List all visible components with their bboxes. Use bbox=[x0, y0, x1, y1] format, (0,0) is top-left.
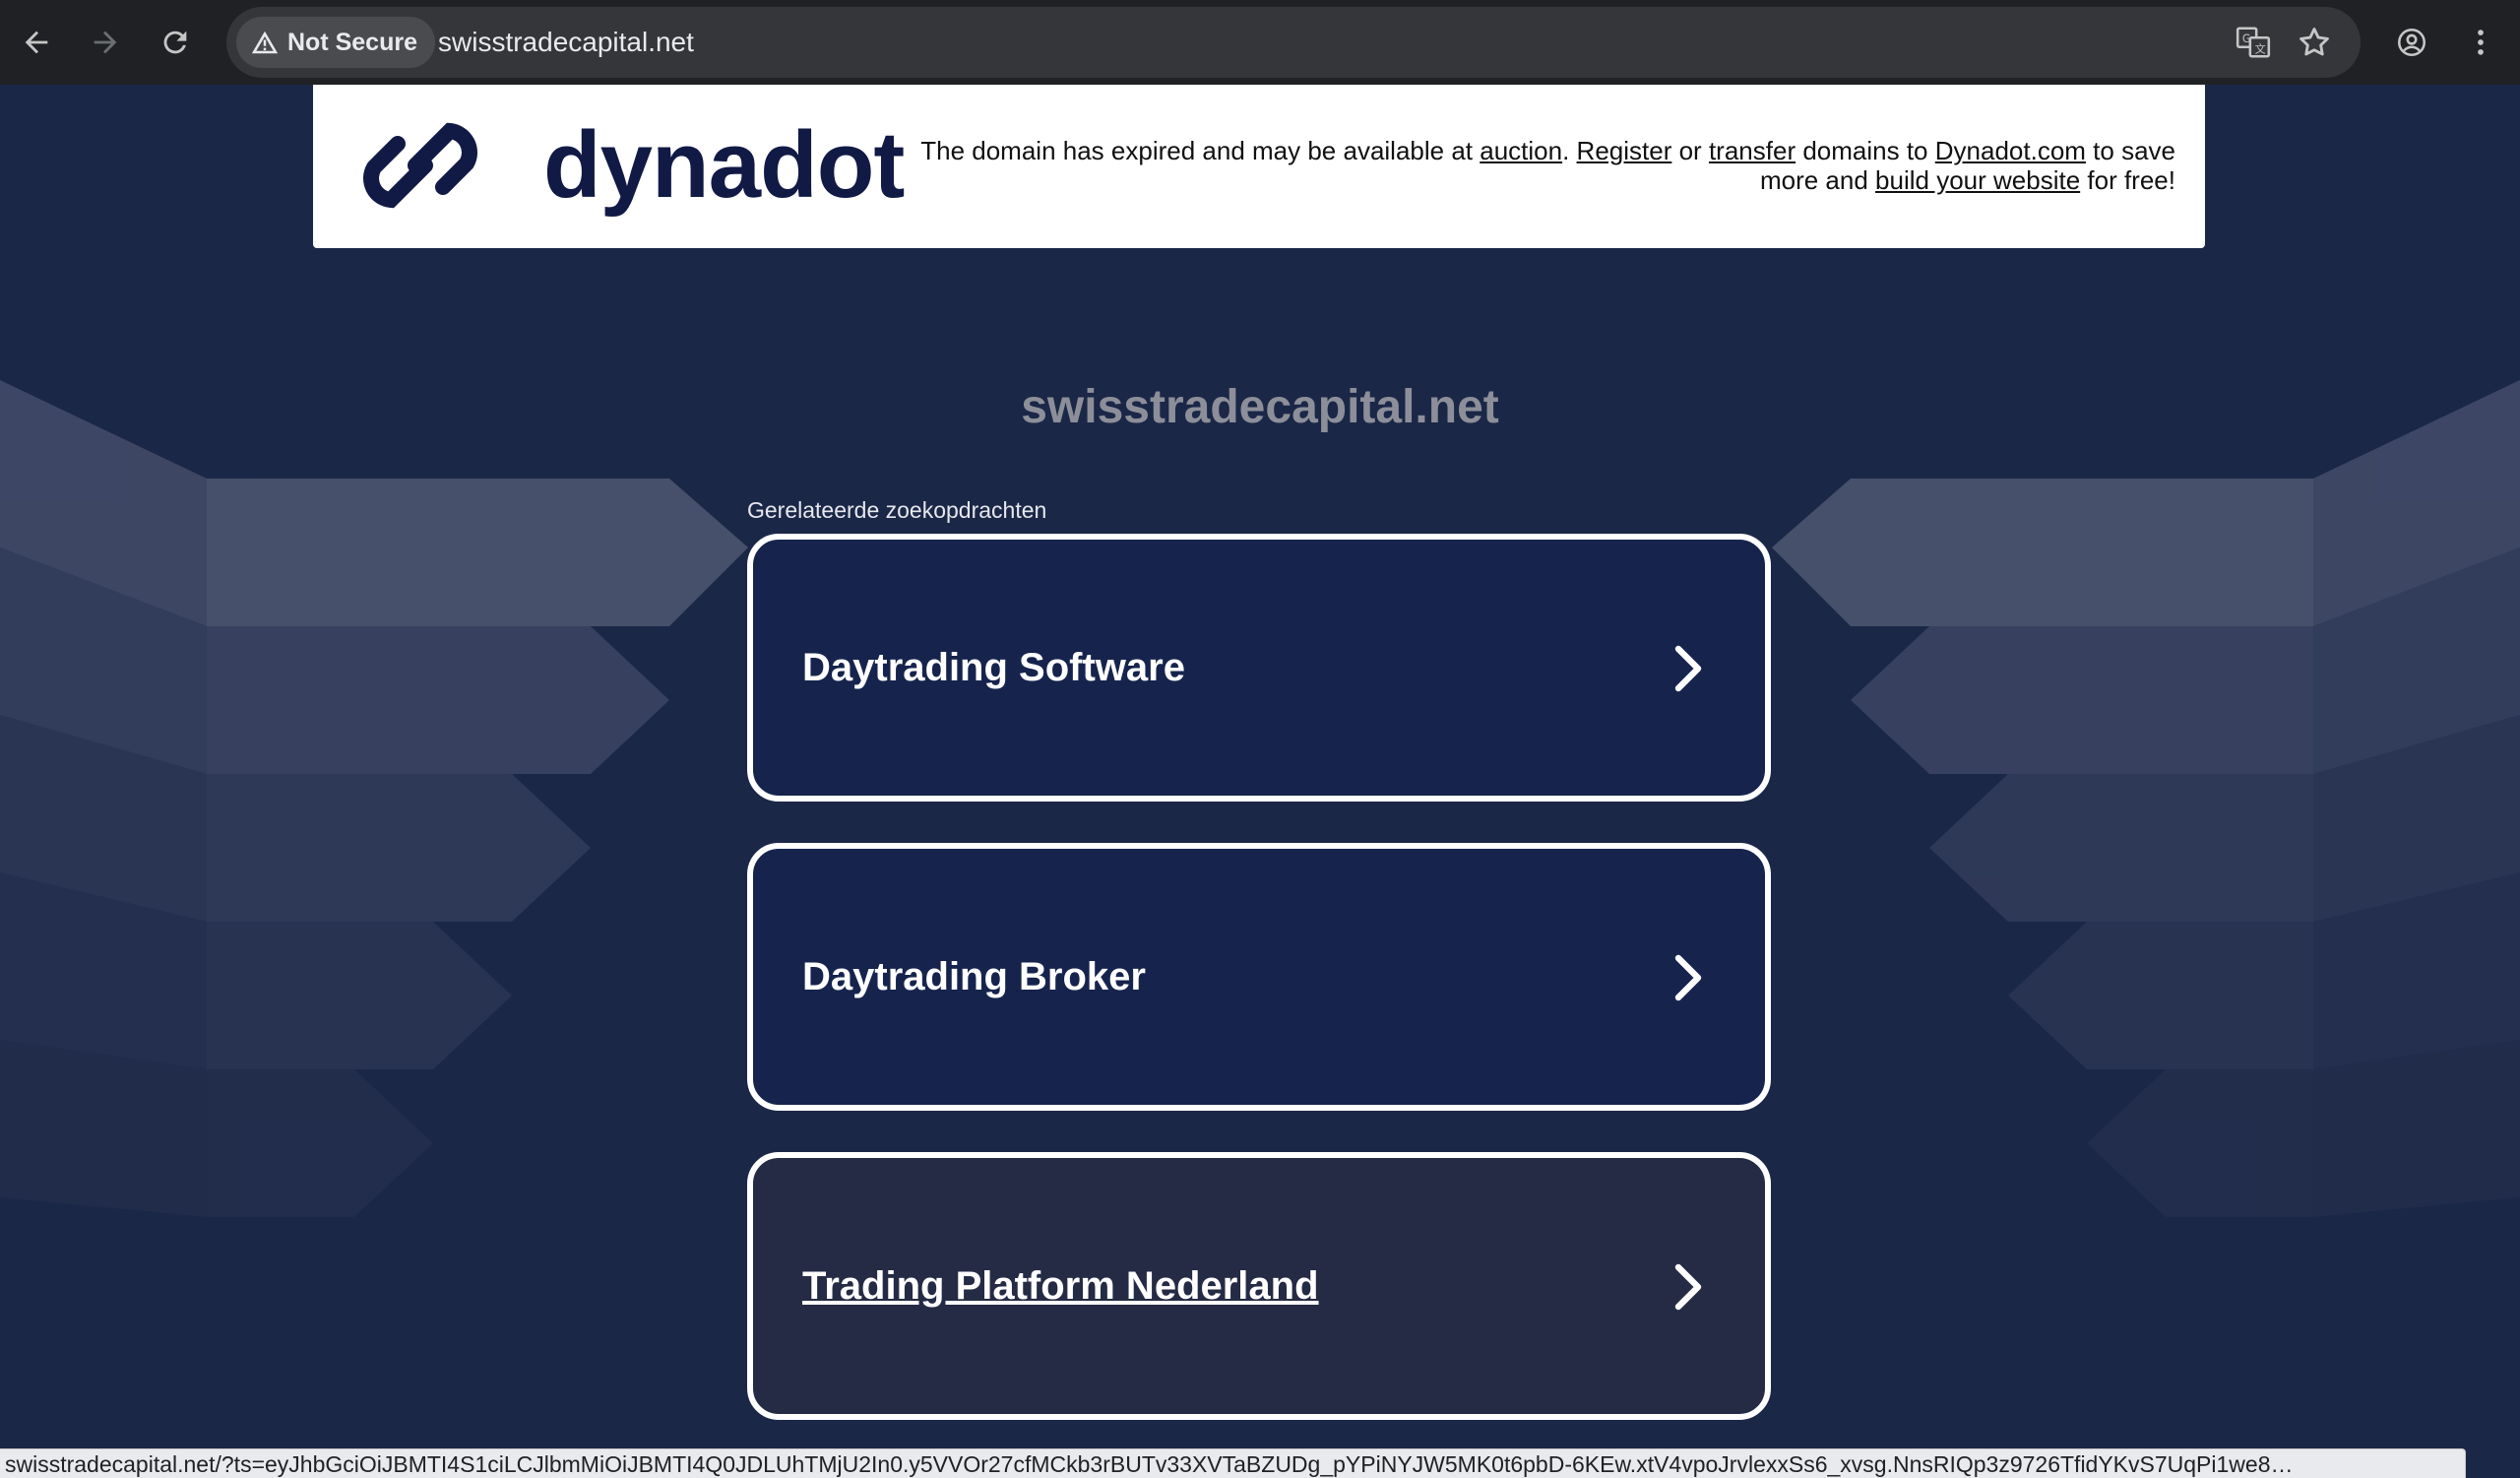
chevron-right-icon bbox=[1674, 645, 1702, 692]
link-status-bar: swisstradecapital.net/?ts=eyJhbGciOiJBMT… bbox=[0, 1448, 2466, 1478]
security-chip[interactable]: Not Secure bbox=[236, 17, 435, 68]
card-label: Daytrading Broker bbox=[802, 955, 1146, 998]
address-bar[interactable]: Not Secure swisstradecapital.net G 文 bbox=[226, 7, 2361, 78]
related-search-card[interactable]: Daytrading Software bbox=[747, 534, 1771, 802]
transfer-link[interactable]: transfer bbox=[1709, 136, 1796, 165]
bookmark-button[interactable] bbox=[2296, 24, 2335, 63]
back-arrow-icon bbox=[25, 31, 48, 54]
reload-icon bbox=[163, 31, 187, 54]
dynadot-banner: dynadot The domain has expired and may b… bbox=[313, 85, 2205, 248]
url-text[interactable]: swisstradecapital.net bbox=[438, 7, 694, 78]
profile-icon bbox=[2397, 28, 2426, 57]
browser-toolbar: Not Secure swisstradecapital.net G 文 bbox=[0, 0, 2520, 85]
dynadot-link[interactable]: Dynadot.com bbox=[1935, 136, 2086, 165]
chevron-right-icon bbox=[1674, 954, 1702, 1001]
card-label: Trading Platform Nederland bbox=[802, 1264, 1319, 1308]
profile-button[interactable] bbox=[2387, 18, 2436, 67]
banner-message: The domain has expired and may be availa… bbox=[896, 136, 2175, 195]
dynadot-logo-icon bbox=[363, 122, 477, 209]
star-icon bbox=[2300, 28, 2329, 56]
svg-text:文: 文 bbox=[2255, 41, 2266, 55]
banner-text: or bbox=[1671, 136, 1709, 165]
reload-button[interactable] bbox=[151, 18, 200, 67]
forward-button[interactable] bbox=[81, 18, 130, 67]
register-link[interactable]: Register bbox=[1577, 136, 1672, 165]
forward-arrow-icon bbox=[94, 31, 117, 54]
domain-title: swisstradecapital.net bbox=[1021, 381, 1499, 433]
menu-button[interactable] bbox=[2456, 18, 2505, 67]
banner-text: for free! bbox=[2080, 165, 2175, 195]
banner-text: . bbox=[1562, 136, 1577, 165]
build-website-link[interactable]: build your website bbox=[1875, 165, 2080, 195]
related-search-card[interactable]: Daytrading Broker bbox=[747, 843, 1771, 1111]
translate-button[interactable]: G 文 bbox=[2235, 24, 2274, 63]
logo-text: dynadot bbox=[543, 112, 905, 218]
banner-text: The domain has expired and may be availa… bbox=[920, 136, 1480, 165]
svg-text:G: G bbox=[2242, 32, 2251, 45]
related-searches-label: Gerelateerde zoekopdrachten bbox=[747, 497, 1047, 523]
chevron-right-icon bbox=[1674, 1263, 1702, 1311]
back-button[interactable] bbox=[12, 18, 61, 67]
warning-icon bbox=[251, 31, 279, 54]
security-label: Not Secure bbox=[287, 28, 417, 56]
card-label: Daytrading Software bbox=[802, 646, 1185, 689]
translate-icon: G 文 bbox=[2236, 27, 2271, 58]
more-vert-icon bbox=[2478, 30, 2484, 55]
dynadot-logo[interactable]: dynadot bbox=[356, 106, 905, 225]
page-content: dynadot The domain has expired and may b… bbox=[0, 85, 2520, 1448]
related-search-card[interactable]: Trading Platform Nederland bbox=[747, 1152, 1771, 1420]
banner-text: domains to bbox=[1796, 136, 1935, 165]
auction-link[interactable]: auction bbox=[1480, 136, 1562, 165]
